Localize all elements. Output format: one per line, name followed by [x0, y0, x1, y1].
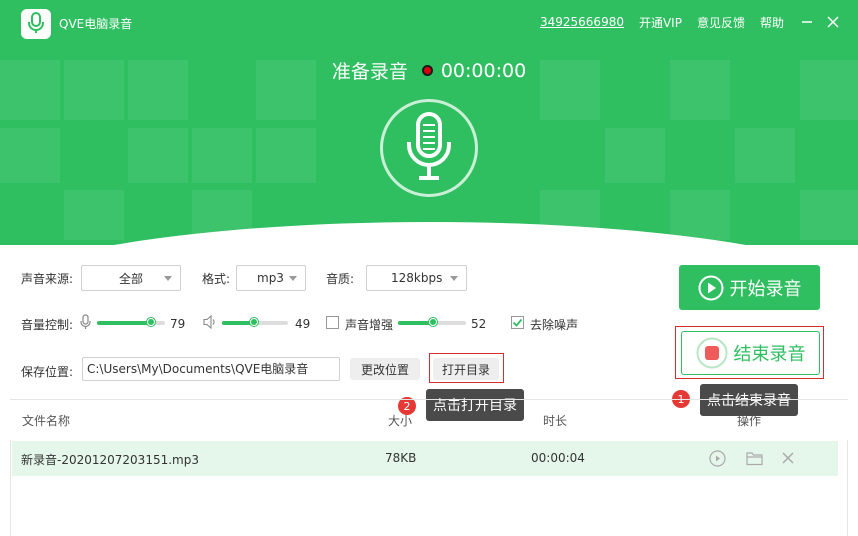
play-circle-icon: [708, 449, 726, 467]
col-header-name: 文件名称: [22, 414, 71, 428]
mic-volume-slider[interactable]: [97, 318, 165, 326]
open-folder-button[interactable]: [745, 449, 763, 467]
folder-icon: [745, 451, 763, 465]
col-header-ops: 操作: [737, 414, 762, 428]
mic-volume-value: 79: [170, 317, 186, 331]
vip-link[interactable]: 开通VIP: [639, 14, 682, 31]
list-divider: [10, 399, 848, 400]
quality-select[interactable]: 128kbps: [366, 265, 467, 291]
denoise-checkbox[interactable]: [511, 316, 524, 329]
mic-volume-handle[interactable]: [147, 318, 155, 326]
start-record-button[interactable]: 开始录音: [679, 265, 820, 310]
boost-fill: [398, 321, 433, 325]
speaker-volume-icon: [203, 314, 218, 332]
minimize-button[interactable]: [796, 14, 818, 30]
format-value: mp3: [257, 271, 284, 285]
phone-link[interactable]: 34925666980: [540, 15, 624, 29]
close-button[interactable]: [822, 14, 844, 30]
close-icon: [782, 452, 794, 464]
quality-label: 音质:: [326, 272, 355, 286]
status-text: 准备录音: [331, 61, 408, 83]
source-label: 声音来源:: [21, 272, 74, 286]
file-name: 新录音-20201207203151.mp3: [21, 453, 199, 467]
file-size: 78KB: [385, 451, 417, 465]
header-banner: QVE电脑录音 34925666980 开通VIP 意见反馈 帮助 准备录音 0…: [0, 0, 858, 245]
file-duration: 00:00:04: [531, 451, 585, 465]
chevron-down-icon: [289, 276, 297, 281]
source-select[interactable]: 全部: [81, 265, 181, 291]
stop-record-label: 结束录音: [733, 344, 806, 365]
play-icon: [698, 275, 724, 301]
record-timer: 00:00:00: [440, 59, 527, 82]
app-title: QVE电脑录音: [59, 17, 133, 31]
chevron-down-icon: [164, 276, 172, 281]
mic-icon: [27, 11, 45, 37]
checkmark-icon: [512, 318, 523, 327]
start-record-label: 开始录音: [729, 278, 802, 300]
tip-2: 点击打开目录: [426, 389, 524, 421]
format-select[interactable]: mp3: [236, 265, 306, 291]
minimize-icon: [802, 21, 812, 23]
table-row[interactable]: 新录音-20201207203151.mp3 78KB 00:00:04: [12, 441, 838, 476]
speaker-volume-slider[interactable]: [222, 318, 288, 326]
format-label: 格式:: [202, 272, 231, 286]
source-value: 全部: [118, 271, 143, 286]
speaker-volume-handle[interactable]: [250, 318, 258, 326]
save-label: 保存位置:: [21, 365, 74, 379]
play-file-button[interactable]: [708, 449, 726, 467]
mic-indicator: [380, 99, 478, 197]
top-bar: 34925666980 开通VIP 意见反馈 帮助: [540, 14, 858, 30]
big-mic-icon: [404, 111, 454, 185]
open-directory-button[interactable]: 打开目录: [433, 358, 499, 380]
mic-volume-fill: [97, 321, 151, 325]
app-logo: [21, 9, 51, 39]
col-header-size: 大小: [388, 414, 413, 428]
stop-icon: [696, 337, 728, 369]
mic-volume-icon: [80, 314, 91, 333]
record-status: 准备录音 00:00:00: [0, 57, 858, 84]
feedback-link[interactable]: 意见反馈: [697, 14, 745, 31]
col-header-duration: 时长: [543, 414, 568, 428]
stop-record-button[interactable]: 结束录音: [681, 331, 820, 375]
boost-checkbox[interactable]: [326, 316, 339, 329]
boost-value: 52: [471, 317, 487, 331]
record-dot-icon: [421, 65, 433, 76]
close-icon: [827, 16, 839, 28]
quality-value: 128kbps: [391, 271, 443, 285]
change-location-button[interactable]: 更改位置: [350, 358, 420, 380]
chevron-down-icon: [450, 276, 458, 281]
boost-slider[interactable]: [398, 318, 466, 326]
denoise-label: 去除噪声: [530, 318, 579, 332]
delete-file-button[interactable]: [779, 449, 797, 467]
boost-label: 声音增强: [345, 318, 394, 332]
volume-label: 音量控制:: [21, 318, 74, 332]
help-link[interactable]: 帮助: [760, 14, 784, 31]
speaker-volume-value: 49: [295, 317, 311, 331]
boost-handle[interactable]: [429, 318, 437, 326]
save-path-input[interactable]: C:\Users\My\Documents\QVE电脑录音: [82, 357, 340, 381]
